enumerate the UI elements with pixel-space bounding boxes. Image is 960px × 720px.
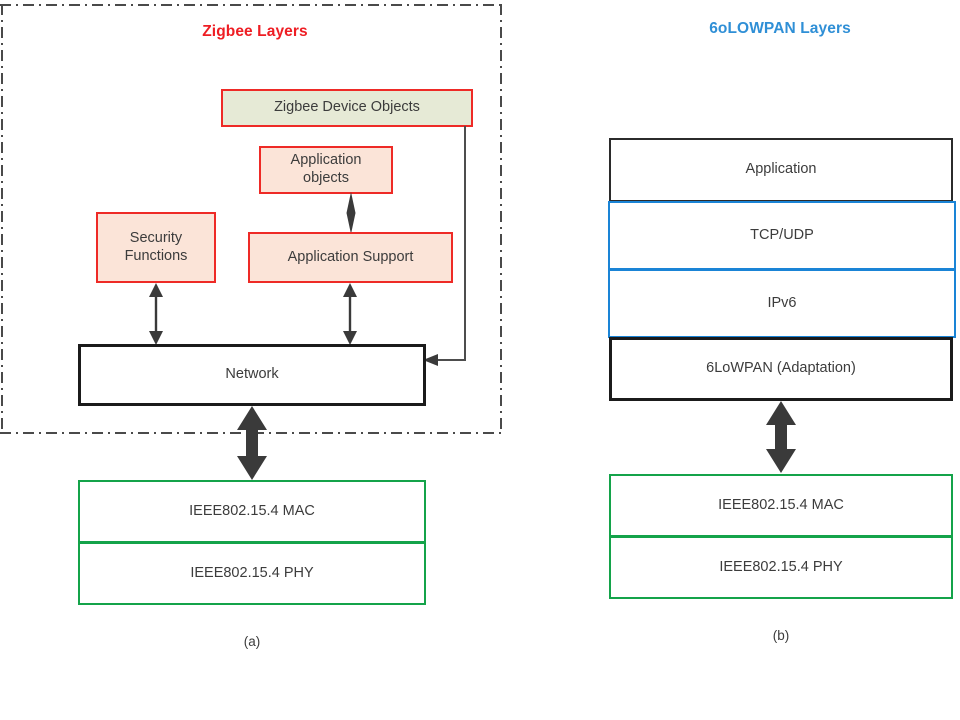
box-label: Application (745, 161, 817, 178)
box-label: Zigbee Device Objects (274, 99, 420, 116)
caption-panel-b: (b) (772, 628, 790, 643)
box-label-line1: Application (290, 152, 362, 169)
zigbee-boundary-top (0, 4, 502, 6)
box-ieee-mac-6lowpan[interactable]: IEEE802.15.4 MAC (609, 474, 953, 537)
box-label-line2: objects (303, 170, 349, 186)
box-label-line1: Security (129, 229, 183, 246)
box-application[interactable]: Application (609, 138, 953, 202)
connector-appobj-appsupport (342, 192, 360, 234)
connector-6lowpan-mac (763, 401, 799, 473)
box-label-line2: Functions (124, 247, 188, 264)
connector-security-network (146, 283, 166, 345)
box-6lowpan-adaptation[interactable]: 6LoWPAN (Adaptation) (609, 337, 953, 401)
zigbee-boundary-left (1, 4, 3, 434)
box-label: Network (225, 366, 279, 383)
zigbee-boundary-right (500, 4, 502, 434)
box-label: IPv6 (767, 294, 797, 311)
box-tcp-udp[interactable]: TCP/UDP (608, 201, 956, 270)
box-label: IEEE802.15.4 PHY (190, 564, 314, 581)
box-ieee-phy-6lowpan[interactable]: IEEE802.15.4 PHY (609, 536, 953, 599)
panel-title-6lowpan: 6oLOWPAN Layers (709, 20, 851, 37)
box-label: Application Support (287, 248, 414, 265)
box-label: 6LoWPAN (Adaptation) (706, 360, 856, 377)
box-security-functions[interactable]: Security Functions (96, 212, 216, 283)
box-label: IEEE802.15.4 PHY (719, 558, 843, 575)
panel-title-zigbee: Zigbee Layers (202, 23, 308, 40)
box-ieee-phy-zigbee[interactable]: IEEE802.15.4 PHY (78, 542, 426, 605)
box-label: TCP/UDP (750, 226, 814, 243)
connector-zdo-network (415, 126, 477, 366)
caption-panel-a: (a) (243, 634, 261, 649)
box-application-objects[interactable]: Application objects (259, 146, 393, 194)
connector-network-mac (234, 406, 270, 480)
box-zigbee-device-objects[interactable]: Zigbee Device Objects (221, 89, 473, 127)
box-ipv6[interactable]: IPv6 (608, 269, 956, 338)
figure-canvas: Zigbee Layers Zigbee Device Objects Appl… (0, 0, 960, 720)
box-label: IEEE802.15.4 MAC (718, 496, 844, 513)
box-label: IEEE802.15.4 MAC (189, 502, 315, 519)
box-network[interactable]: Network (78, 344, 426, 406)
connector-appsupport-network (340, 283, 360, 345)
box-ieee-mac-zigbee[interactable]: IEEE802.15.4 MAC (78, 480, 426, 543)
